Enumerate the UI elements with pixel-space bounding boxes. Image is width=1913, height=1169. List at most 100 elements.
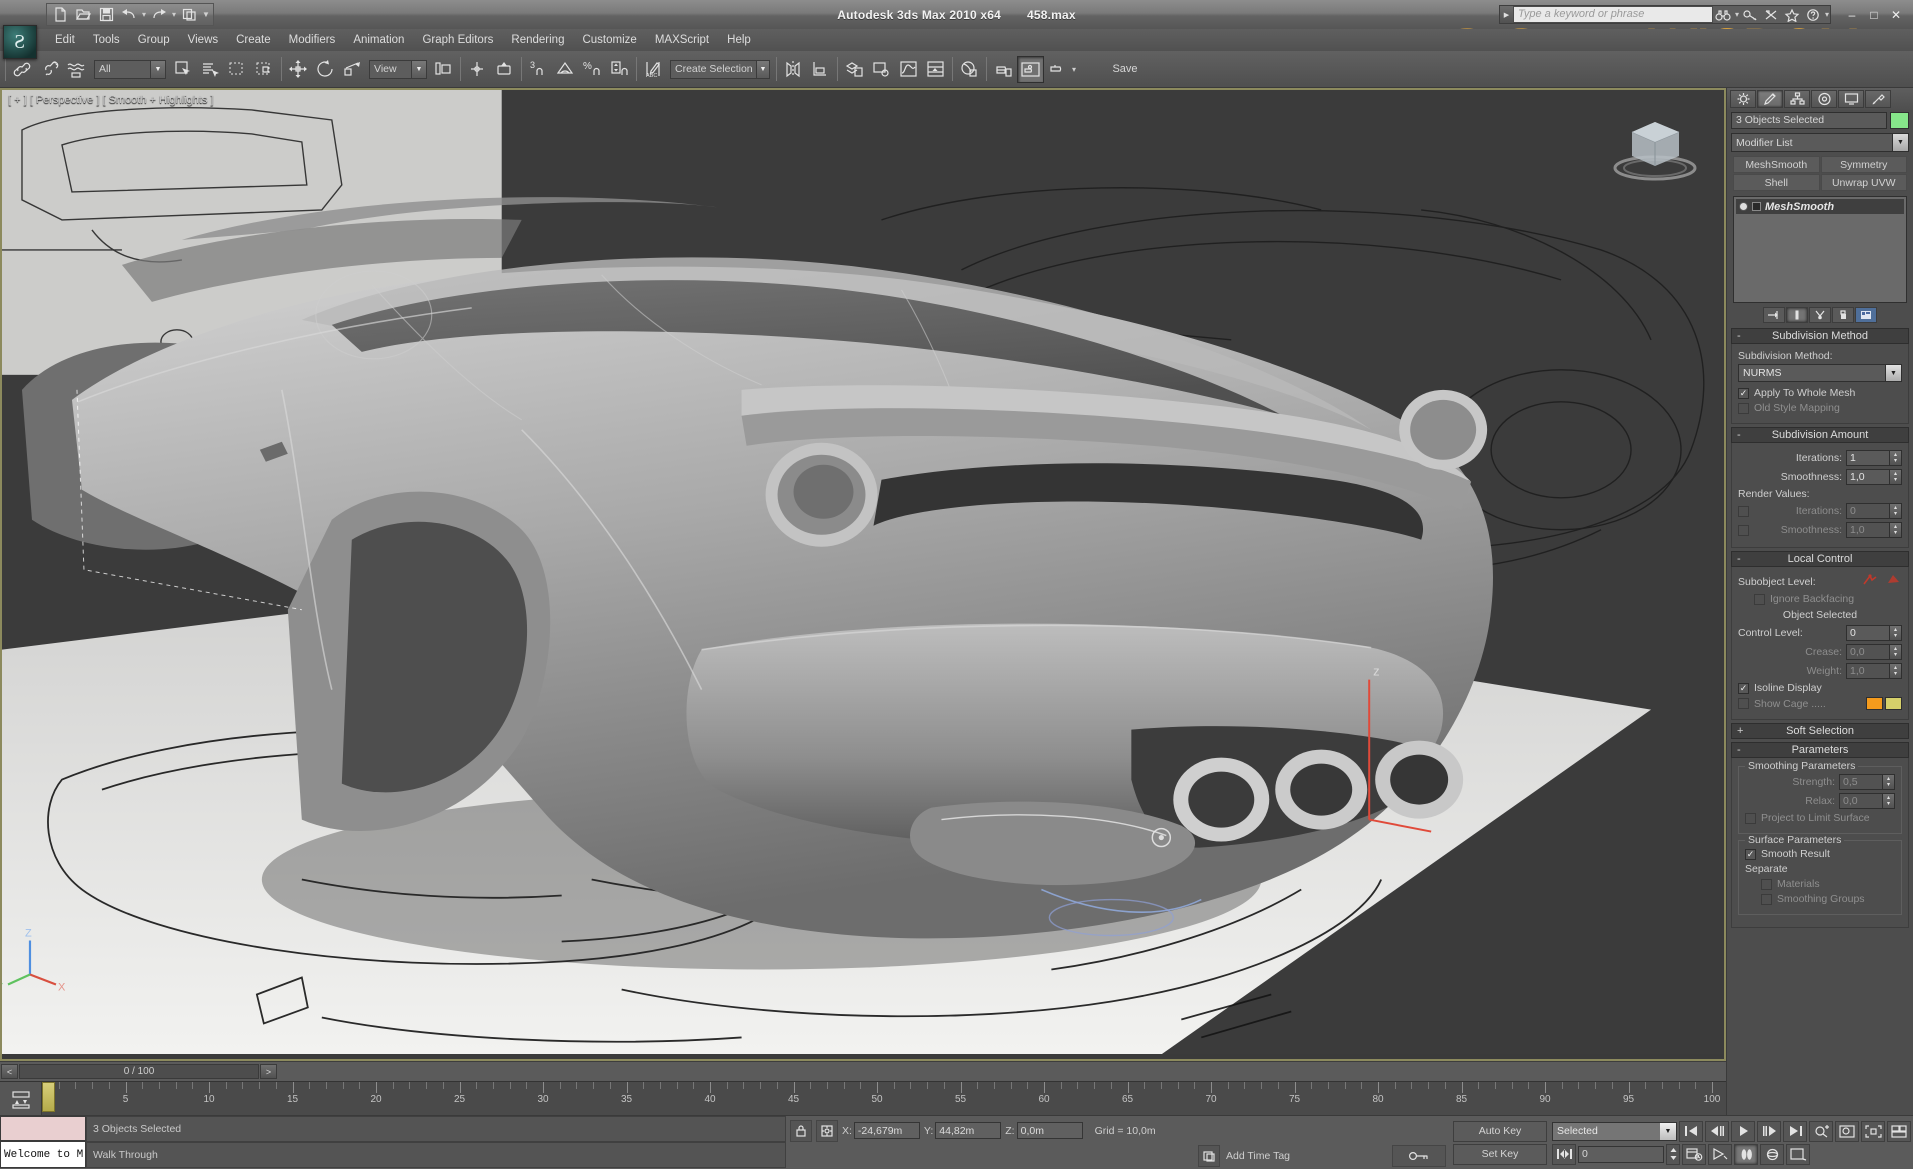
show-end-result-icon[interactable] (1786, 307, 1808, 323)
checkbox-materials[interactable]: Materials (1745, 878, 1895, 890)
set-key-button[interactable]: Set Key (1453, 1143, 1547, 1165)
spinner-value[interactable]: 0 (1846, 503, 1890, 519)
maximize-viewport-icon[interactable] (1786, 1143, 1810, 1165)
checkbox-box[interactable] (1738, 698, 1749, 709)
modify-tab-icon[interactable] (1757, 90, 1783, 108)
rollout-toggle-icon[interactable]: - (1737, 429, 1741, 441)
checkbox-box[interactable] (1761, 878, 1772, 890)
select-and-link-icon[interactable] (9, 56, 36, 83)
select-and-manipulate-icon[interactable] (464, 56, 491, 83)
time-tag-icon[interactable] (1198, 1144, 1220, 1167)
zoom-all-icon[interactable] (1835, 1120, 1859, 1142)
make-unique-icon[interactable] (1809, 307, 1831, 323)
rollout-header-soft-selection[interactable]: + Soft Selection (1731, 723, 1909, 739)
checkbox-box[interactable] (1738, 524, 1749, 536)
open-mini-curve-editor-button[interactable] (0, 1082, 42, 1115)
mirror-icon[interactable] (780, 56, 807, 83)
menu-item-create[interactable]: Create (227, 32, 280, 48)
material-editor-icon[interactable] (956, 56, 983, 83)
zoom-region-icon[interactable] (1887, 1120, 1911, 1142)
checkbox-old-style-mapping[interactable]: Old Style Mapping (1738, 402, 1902, 414)
select-object-icon[interactable] (170, 56, 197, 83)
hierarchy-tab-icon[interactable] (1784, 90, 1810, 108)
rollout-toggle-icon[interactable]: - (1737, 553, 1741, 565)
snaps-3d-icon[interactable]: 3 (525, 56, 552, 83)
chevron-down-icon[interactable]: ▼ (1660, 1122, 1676, 1140)
display-tab-icon[interactable] (1838, 90, 1864, 108)
spinner-arrows-icon[interactable]: ▴ ▾ (1890, 450, 1902, 466)
subobject-edge-icon[interactable] (1885, 573, 1902, 590)
percent-snap-toggle-icon[interactable]: % (579, 56, 606, 83)
create-tab-icon[interactable] (1730, 90, 1756, 108)
render-setup-icon[interactable] (922, 56, 949, 83)
checkbox-ignore-backfacing[interactable]: Ignore Backfacing (1738, 593, 1902, 605)
go-to-start-icon[interactable] (1679, 1120, 1703, 1142)
spinner-value[interactable]: 1,0 (1846, 469, 1890, 485)
checkbox-show-cage[interactable]: Show Cage ..... (1738, 697, 1902, 710)
edit-named-selection-sets-icon[interactable]: ABC (640, 56, 667, 83)
select-and-scale-icon[interactable] (339, 56, 366, 83)
spinner-value[interactable]: 1,0 (1846, 522, 1890, 538)
set-key-toggle-icon[interactable] (1708, 1143, 1732, 1165)
menu-item-animation[interactable]: Animation (344, 32, 413, 48)
schematic-view-icon[interactable] (868, 56, 895, 83)
spinner-value[interactable]: 0,0 (1846, 644, 1890, 660)
checkbox-box[interactable] (1745, 812, 1756, 824)
timeline-ruler[interactable]: 5 10 15 20 25 30 35 40 45 50 55 60 65 70 75 80 85 90 95 100 (42, 1082, 1726, 1115)
rollout-toggle-icon[interactable]: - (1737, 744, 1741, 756)
select-and-move-icon[interactable] (285, 56, 312, 83)
menu-item-modifiers[interactable]: Modifiers (280, 32, 345, 48)
go-to-end-icon[interactable] (1783, 1120, 1807, 1142)
window-crossing-icon[interactable] (251, 56, 278, 83)
favorites-star-icon[interactable] (1782, 5, 1803, 24)
next-frame-icon[interactable] (1757, 1120, 1781, 1142)
render-dropdown-arrow[interactable]: ▾ (1071, 65, 1077, 74)
selection-filter-dropdown[interactable]: All ▼ (94, 59, 166, 79)
menu-item-group[interactable]: Group (129, 32, 179, 48)
subdivision-method-dropdown[interactable]: NURMS ▼ (1738, 364, 1902, 382)
modifier-button-symmetry[interactable]: Symmetry (1820, 156, 1907, 173)
modifier-button-meshsmooth[interactable]: MeshSmooth (1733, 156, 1820, 173)
application-menu-button[interactable]: S (3, 25, 37, 59)
spinner-control[interactable]: 1,0 ▴ ▾ (1846, 663, 1902, 679)
checkbox-box[interactable] (1761, 893, 1772, 905)
rollout-toggle-icon[interactable]: - (1737, 330, 1741, 342)
maxscript-input-pane[interactable] (0, 1116, 86, 1141)
curve-editor-icon[interactable] (895, 56, 922, 83)
rollout-header-local-control[interactable]: - Local Control (1731, 551, 1909, 567)
rollout-header-subdivision-method[interactable]: - Subdivision Method (1731, 328, 1909, 344)
spinner-control[interactable]: 1,0 ▴ ▾ (1846, 522, 1902, 538)
spinner-value[interactable]: 0,5 (1839, 774, 1883, 790)
chevron-down-icon[interactable]: ▼ (755, 60, 769, 78)
use-center-icon[interactable] (430, 56, 457, 83)
spinner-control[interactable]: 0 ▴ ▾ (1846, 503, 1902, 519)
layer-manager-icon[interactable] (841, 56, 868, 83)
time-configuration-icon[interactable] (1682, 1143, 1706, 1165)
add-time-tag-label[interactable]: Add Time Tag (1226, 1150, 1386, 1162)
current-frame-field[interactable]: 0 (1578, 1145, 1664, 1163)
coordinate-y-field[interactable]: 44,82m (935, 1122, 1002, 1139)
spinner-arrows-icon[interactable]: ▴ ▾ (1890, 663, 1902, 679)
select-and-rotate-icon[interactable] (312, 56, 339, 83)
spinner-control[interactable]: 1 ▴ ▾ (1846, 450, 1902, 466)
checkbox-box[interactable] (1754, 593, 1765, 605)
rollout-scroll-area[interactable]: - Subdivision Method Subdivision Method:… (1727, 325, 1913, 1115)
object-color-swatch[interactable] (1890, 112, 1909, 129)
checkbox-box[interactable]: ✓ (1745, 848, 1756, 860)
chevron-down-icon[interactable]: ▼ (1892, 134, 1908, 151)
timeline-scroll-left-button[interactable]: < (1, 1064, 18, 1079)
rollout-header-parameters[interactable]: - Parameters (1731, 742, 1909, 758)
modifier-enable-lightbulb-icon[interactable] (1739, 202, 1748, 211)
spinner-arrows-icon[interactable]: ▴ ▾ (1890, 503, 1902, 519)
spinner-value[interactable]: 1 (1846, 450, 1890, 466)
selection-list-dropdown[interactable]: Selected ▼ (1552, 1121, 1677, 1141)
spinner-value[interactable]: 0,0 (1839, 793, 1883, 809)
cage-color-swatch-a[interactable] (1866, 697, 1883, 710)
checkbox-smoothing-groups[interactable]: Smoothing Groups (1745, 893, 1895, 905)
selection-lock-icon[interactable] (790, 1119, 812, 1142)
checkbox-box[interactable]: ✓ (1738, 682, 1749, 694)
maxscript-mini-listener[interactable]: Welcome to M (0, 1116, 86, 1169)
time-slider-handle[interactable] (42, 1082, 55, 1112)
key-mode-navigation-icon[interactable] (1552, 1143, 1576, 1165)
infocenter-expand-arrow[interactable]: ▶ (1499, 6, 1513, 23)
